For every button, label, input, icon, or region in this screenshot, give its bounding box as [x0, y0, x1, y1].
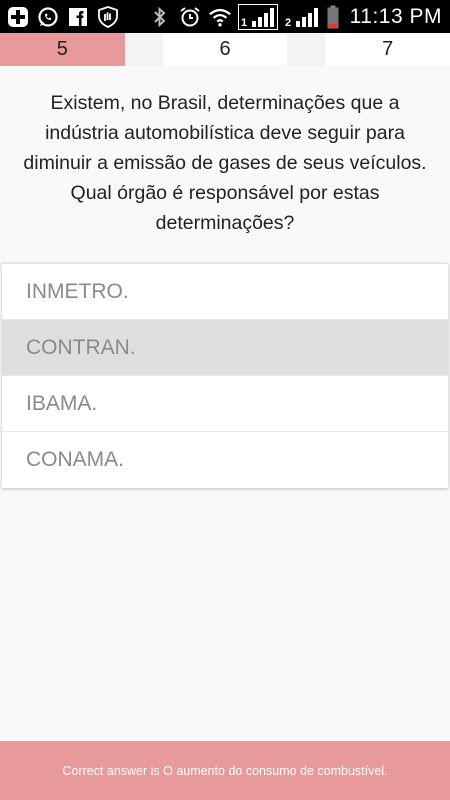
alarm-icon [178, 5, 202, 29]
answer-option[interactable]: CONAMA. [2, 432, 448, 488]
wifi-icon [208, 5, 232, 29]
answer-option[interactable]: INMETRO. [2, 264, 448, 320]
status-bar-system: 1 2 11:13 PM [148, 3, 442, 30]
question-tab-6[interactable]: 6 [162, 33, 288, 66]
bluetooth-icon [148, 5, 172, 29]
status-bar-notifications [6, 5, 120, 29]
question-text: Existem, no Brasil, determinações que a … [23, 92, 427, 234]
question-nav-divider [124, 33, 163, 66]
correct-answer-banner: Correct answer is O aumento do consumo d… [0, 741, 450, 800]
facebook-icon [66, 5, 90, 29]
answer-options: INMETRO. CONTRAN. IBAMA. CONAMA. [2, 263, 448, 488]
status-time: 11:13 PM [349, 4, 442, 28]
answer-option-selected[interactable]: CONTRAN. [2, 320, 448, 376]
question-nav-divider [287, 33, 326, 66]
sim1-label: 1 [241, 17, 247, 29]
answer-option[interactable]: IBAMA. [2, 376, 448, 432]
correct-answer-text: Correct answer is O aumento do consumo d… [62, 763, 388, 778]
question-tab-5[interactable]: 5 [0, 33, 125, 66]
plus-square-icon [6, 5, 30, 29]
sim2-label: 2 [285, 17, 291, 29]
signal-sim2-icon: 2 [284, 5, 320, 29]
hand-shield-icon [96, 5, 120, 29]
signal-sim1-icon: 1 [237, 3, 278, 30]
whatsapp-icon [36, 5, 60, 29]
status-bar: 1 2 11:13 PM [0, 0, 450, 33]
question-nav: 5 6 7 [0, 33, 450, 66]
battery-icon [326, 5, 340, 29]
question-tab-7[interactable]: 7 [325, 33, 450, 66]
